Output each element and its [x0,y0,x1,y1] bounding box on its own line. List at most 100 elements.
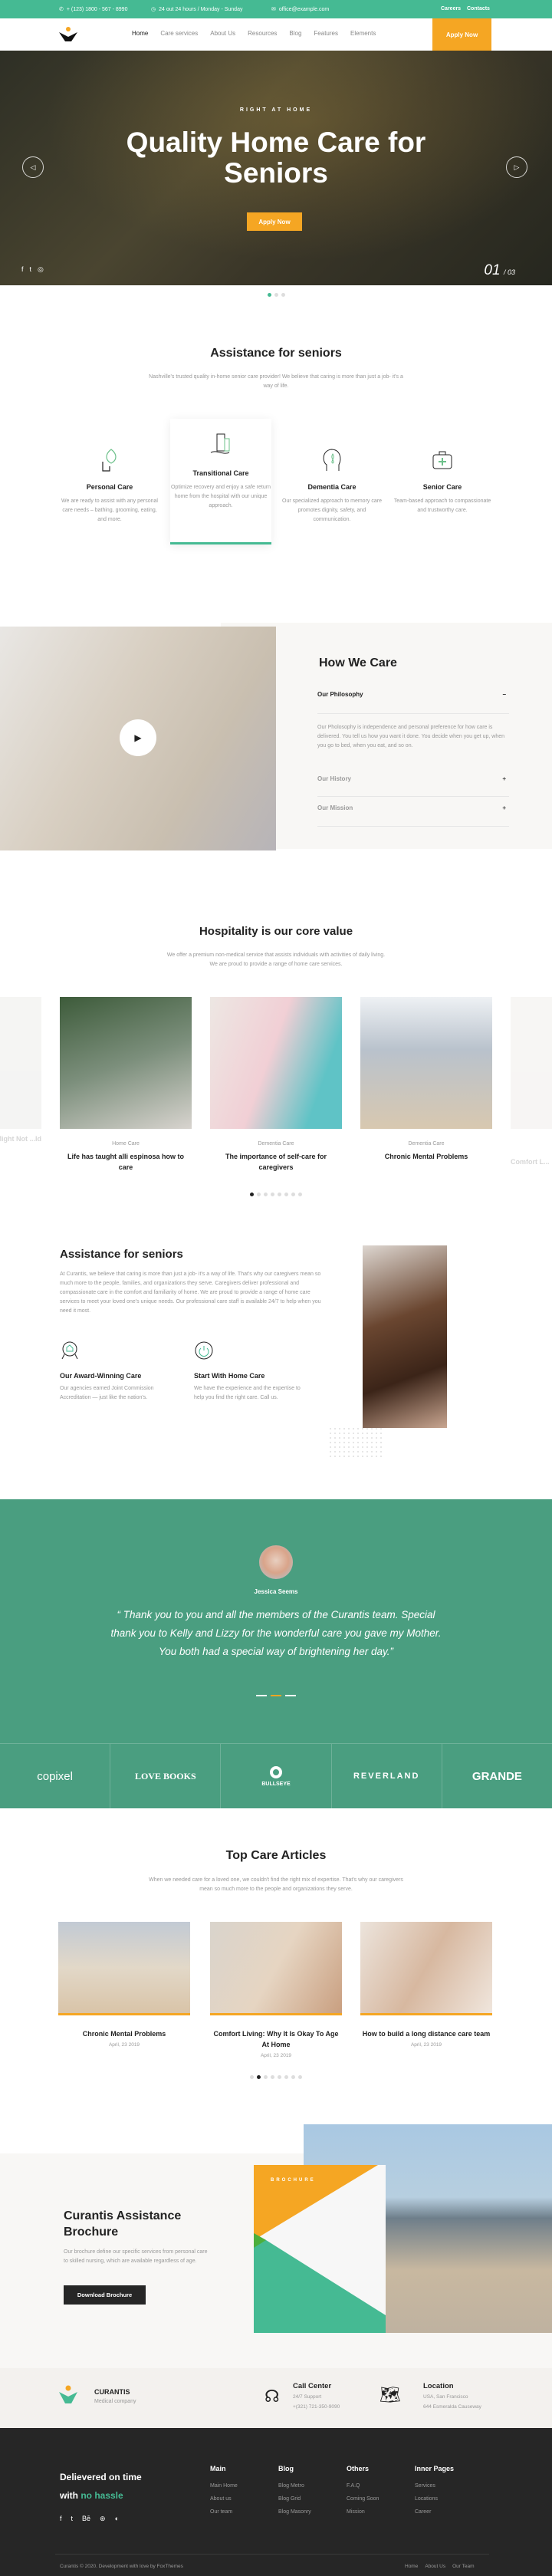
feature-award: Our Award-Winning Care Our agencies earn… [60,1341,175,1403]
hand-leaf-icon [102,449,117,472]
footer-team-link[interactable]: Our Team [452,2564,474,2569]
apply-now-button[interactable]: Apply Now [432,18,491,51]
article-card[interactable]: Chronic Mental Problems April, 23 2019 [58,1922,190,2048]
service-senior-care[interactable]: Senior Care Team-based approach to compa… [393,445,492,515]
phone-info[interactable]: ✆ + (123) 1800 - 567 - 8990 [59,6,127,13]
pagination-dot[interactable] [250,2075,254,2079]
hospitality-intro-1: We offer a premium non-medical service t… [166,952,386,958]
carousel-card[interactable]: Dementia Care Chronic Mental Problems [360,997,492,1162]
accordion-history[interactable]: Our History + [317,769,509,797]
contacts-link[interactable]: Contacts [467,6,490,12]
headset-icon: ☊ [264,2387,280,2406]
email-info[interactable]: ✉ office@example.com [271,6,329,13]
testimonial-pagination[interactable] [256,1695,296,1696]
footer-link[interactable]: Locations [415,2496,454,2502]
article-card[interactable]: Comfort Living: Why It Is Okay To Age At… [210,1922,342,2058]
pagination-dot[interactable] [278,2075,281,2079]
pagination-dot[interactable] [271,1193,274,1196]
accordion-philosophy[interactable]: Our Philosophy − [317,691,509,714]
instagram-icon[interactable]: ◎ [38,265,44,274]
logo-copixel[interactable]: copixel [0,1744,111,1808]
call-center-phone[interactable]: +(321) 721-350-9090 [293,2404,340,2410]
footer-link[interactable]: Main Home [210,2483,238,2489]
brochure-cover-label: BROCHURE [271,2178,316,2183]
pagination-dot[interactable] [278,1193,281,1196]
hospitality-pagination [0,1193,552,1196]
brand-tagline: Medical company [94,2399,136,2404]
service-personal-care[interactable]: Personal Care We are ready to assist wit… [60,445,159,525]
carousel-card[interactable]: ...Might Not ...ld [0,997,41,1144]
carousel-card[interactable]: Dementia Care The importance of self-car… [210,997,342,1173]
service-transitional-care[interactable]: Transitional Care Optimize recovery and … [171,431,271,511]
pagination-dot[interactable] [264,2075,268,2079]
hero-dot-3[interactable] [281,293,285,297]
articles-pagination [0,2075,552,2079]
twitter-icon[interactable]: t [71,2515,74,2523]
carousel-card[interactable]: Comfort L... [511,997,552,1167]
carousel-card[interactable]: Home Care Life has taught alli espinosa … [60,997,192,1173]
pagination-dot[interactable] [257,2075,261,2079]
dribbble-icon[interactable]: ⊛ [100,2515,106,2523]
accordion-mission[interactable]: Our Mission + [317,798,509,827]
logo-icon[interactable] [58,26,78,43]
prev-slide-button[interactable]: ◁ [22,156,44,178]
card-image [0,997,41,1129]
footer-link[interactable]: Mission [347,2509,379,2515]
pagination-dot[interactable] [284,2075,288,2079]
how-we-care-title: How We Care [319,656,397,669]
nav-care-services[interactable]: Care services [160,30,198,37]
pagination-dot[interactable] [284,1193,288,1196]
hero-apply-button[interactable]: Apply Now [247,212,302,231]
footer-link[interactable]: About us [210,2496,238,2502]
nav-blog[interactable]: Blog [289,30,301,37]
pagination-dot[interactable] [298,1193,302,1196]
hero-dot-2[interactable] [274,293,278,297]
pagination-dot[interactable] [291,2075,295,2079]
pagination-dot[interactable] [250,1193,254,1196]
footer-about-link[interactable]: About Us [425,2564,445,2569]
plus-icon: + [502,775,506,782]
top-bar: ✆ + (123) 1800 - 567 - 8990 ◷ 24 out 24 ho… [0,0,552,18]
play-video-button[interactable]: ▶ [120,719,156,756]
nav-home[interactable]: Home [132,30,148,37]
footer-link[interactable]: Blog Grid [278,2496,311,2502]
card-image [360,997,492,1129]
logo-reverland[interactable]: REVERLAND [332,1744,442,1808]
facebook-icon[interactable]: f [21,265,24,274]
nav-features[interactable]: Features [314,30,338,37]
facebook-icon[interactable]: f [60,2515,62,2523]
behance-icon[interactable]: Bē [82,2515,90,2523]
footer-link[interactable]: Career [415,2509,454,2515]
card-image [210,997,342,1129]
careers-link[interactable]: Careers [441,6,461,12]
twitter-icon[interactable]: t [30,265,32,274]
nav-resources[interactable]: Resources [248,30,277,37]
articles-intro: When we needed care for a loved one, we … [149,1877,403,1892]
logo-grande[interactable]: GRANDE [442,1744,552,1808]
pagination-dot[interactable] [264,1193,268,1196]
pagination-dot[interactable] [257,1193,261,1196]
nav-elements[interactable]: Elements [350,30,376,37]
download-brochure-button[interactable]: Download Brochure [64,2285,146,2305]
pagination-dot[interactable] [291,1193,295,1196]
next-slide-button[interactable]: ▷ [506,156,527,178]
footer-link[interactable]: Coming Soon [347,2496,379,2502]
article-image [360,1922,492,2015]
logo-love-books[interactable]: LOVE BOOKS [110,1744,222,1808]
article-card[interactable]: How to build a long distance care team A… [360,1922,492,2048]
footer-link[interactable]: Our team [210,2509,238,2515]
hero-dot-1[interactable] [267,293,271,297]
pagination-dot[interactable] [298,2075,302,2079]
footer-col-main: Main Main Home About us Our team [210,2465,238,2515]
footer-link[interactable]: Blog Masonry [278,2509,311,2515]
footer-link[interactable]: Blog Metro [278,2483,311,2489]
pagination-dot[interactable] [271,2075,274,2079]
footer-link[interactable]: F.A.Q [347,2483,379,2489]
logo-bullseye[interactable]: BULLSEYE [221,1744,332,1808]
brochure-cover[interactable] [254,2165,386,2333]
service-dementia-care[interactable]: Dementia Care Our specialized approach t… [282,445,382,525]
footer-link[interactable]: Services [415,2483,454,2489]
footer-home-link[interactable]: Home [405,2564,418,2569]
github-icon[interactable]: ◐ [115,2515,119,2523]
nav-about-us[interactable]: About Us [210,30,235,37]
